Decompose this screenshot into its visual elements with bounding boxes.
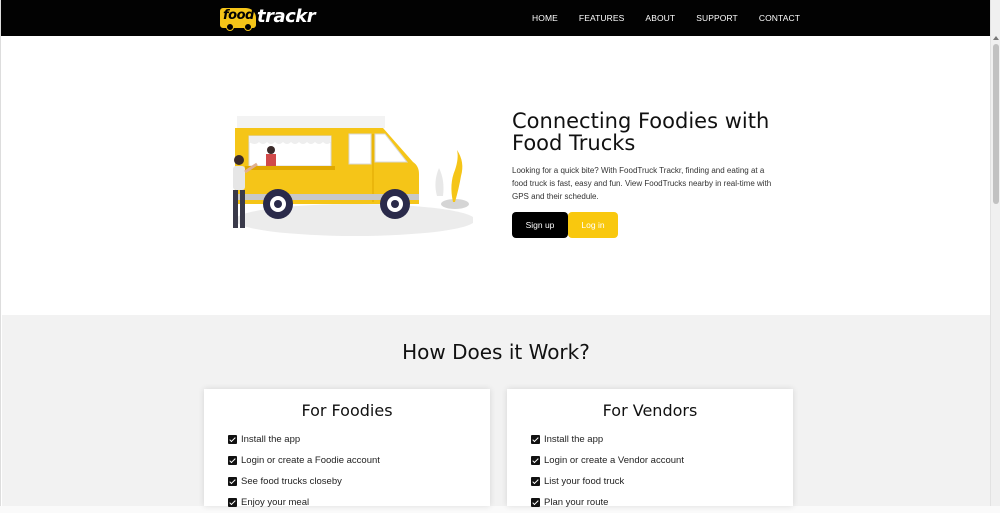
- check-square-icon: [228, 435, 237, 444]
- step-label: List your food truck: [544, 476, 625, 487]
- list-item: Login or create a Foodie account: [228, 450, 380, 471]
- nav-support[interactable]: SUPPORT: [696, 13, 738, 23]
- signup-button[interactable]: Sign up: [512, 212, 568, 238]
- list-item: Plan your route: [531, 492, 684, 513]
- foodies-card-title: For Foodies: [301, 401, 393, 420]
- login-button[interactable]: Log in: [568, 212, 618, 238]
- nav-contact[interactable]: CONTACT: [759, 13, 800, 23]
- logo-text-food: food: [223, 8, 254, 23]
- foodies-card: For Foodies Install the app Login or cre…: [204, 389, 490, 508]
- step-label: Login or create a Vendor account: [544, 455, 684, 466]
- step-label: Install the app: [241, 434, 301, 445]
- vendors-steps-list: Install the app Login or create a Vendor…: [531, 429, 684, 513]
- nav-links: HOME FEATURES ABOUT SUPPORT CONTACT: [532, 13, 821, 23]
- check-square-icon: [228, 456, 237, 465]
- vendors-card: For Vendors Install the app Login or cre…: [507, 389, 793, 508]
- scroll-up-arrow-icon[interactable]: [993, 36, 999, 40]
- list-item: Install the app: [531, 429, 684, 450]
- list-item: Enjoy your meal: [228, 492, 380, 513]
- list-item: Login or create a Vendor account: [531, 450, 684, 471]
- check-square-icon: [531, 456, 540, 465]
- page: food trackr HOME FEATURES ABOUT SUPPORT …: [0, 0, 991, 508]
- nav-home[interactable]: HOME: [532, 13, 558, 23]
- list-item: List your food truck: [531, 471, 684, 492]
- vendors-card-title: For Vendors: [602, 401, 698, 420]
- list-item: Install the app: [228, 429, 380, 450]
- step-label: Install the app: [544, 434, 604, 445]
- scrollbar-thumb[interactable]: [993, 44, 999, 204]
- foodies-steps-list: Install the app Login or create a Foodie…: [228, 429, 380, 513]
- vertical-scrollbar[interactable]: [990, 0, 1000, 506]
- step-label: Enjoy your meal: [241, 497, 310, 508]
- check-square-icon: [531, 435, 540, 444]
- step-label: Login or create a Foodie account: [241, 455, 380, 466]
- check-square-icon: [228, 477, 237, 486]
- step-label: See food trucks closeby: [241, 476, 342, 487]
- hero-title: Connecting Foodies with Food Trucks: [512, 109, 770, 155]
- hero-description: Looking for a quick bite? With FoodTruck…: [512, 166, 772, 201]
- nav-about[interactable]: ABOUT: [645, 13, 675, 23]
- check-square-icon: [531, 477, 540, 486]
- list-item: See food trucks closeby: [228, 471, 380, 492]
- logo-text-trackr: trackr: [257, 6, 316, 27]
- top-navbar: food trackr HOME FEATURES ABOUT SUPPORT …: [1, 0, 991, 36]
- step-label: Plan your route: [544, 497, 609, 508]
- food-truck-illustration: [233, 116, 473, 236]
- nav-features[interactable]: FEATURES: [579, 13, 625, 23]
- how-it-works-title: How Does it Work?: [402, 340, 590, 364]
